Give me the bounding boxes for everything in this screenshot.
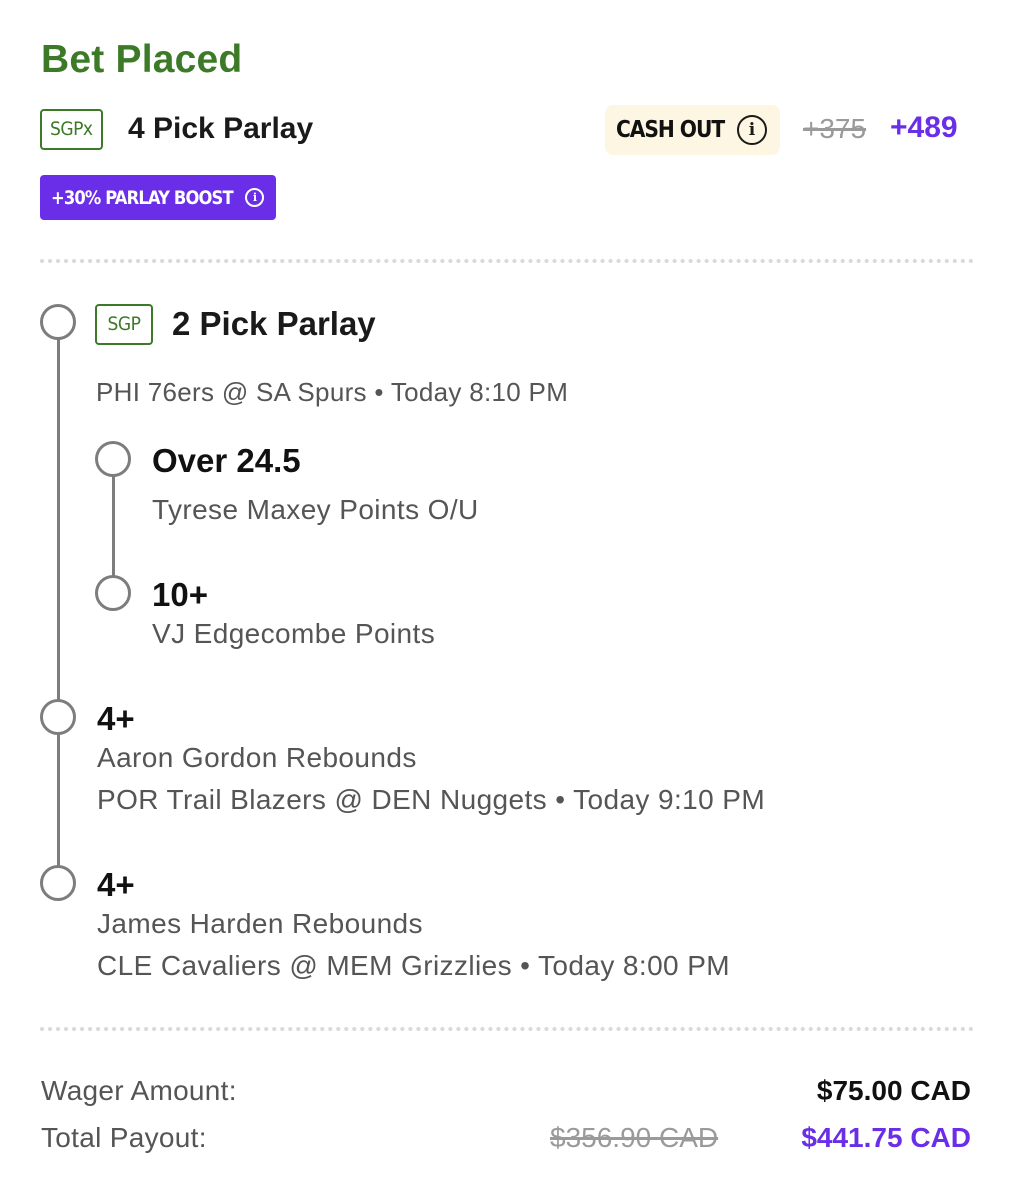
boosted-odds: +489 bbox=[890, 111, 958, 144]
info-icon: i bbox=[245, 188, 264, 207]
sgp-title: 2 Pick Parlay bbox=[172, 305, 376, 342]
timeline-line bbox=[57, 322, 60, 882]
pick-market: VJ Edgecombe Points bbox=[152, 618, 436, 649]
pick-market: Aaron Gordon Rebounds bbox=[97, 742, 417, 773]
pick-selection: Over 24.5 bbox=[152, 442, 301, 479]
parlay-boost-label: +30% PARLAY BOOST bbox=[51, 186, 234, 209]
divider bbox=[40, 1027, 974, 1031]
page-title: Bet Placed bbox=[41, 38, 243, 81]
pick-market: Tyrese Maxey Points O/U bbox=[152, 494, 479, 525]
leg-circle bbox=[40, 865, 76, 901]
parlay-boost-badge[interactable]: +30% PARLAY BOOST i bbox=[40, 175, 276, 220]
pick-selection: 4+ bbox=[97, 866, 135, 903]
pick-circle bbox=[95, 575, 131, 611]
pick-market: James Harden Rebounds bbox=[97, 908, 423, 939]
old-odds: +375 bbox=[803, 113, 867, 144]
leg-circle bbox=[40, 304, 76, 340]
wager-value: $75.00 CAD bbox=[816, 1075, 971, 1106]
payout-boosted: $441.75 CAD bbox=[801, 1122, 971, 1153]
pick-selection: 4+ bbox=[97, 700, 135, 737]
timeline-line bbox=[112, 459, 115, 593]
payout-label: Total Payout: bbox=[41, 1122, 207, 1153]
game-info: POR Trail Blazers @ DEN Nuggets • Today … bbox=[97, 784, 766, 815]
sgp-badge: SGP bbox=[95, 304, 153, 345]
divider bbox=[40, 259, 974, 263]
cash-out-button[interactable]: CASH OUT i bbox=[605, 105, 780, 155]
bet-title: 4 Pick Parlay bbox=[128, 112, 314, 145]
leg-circle bbox=[40, 699, 76, 735]
pick-circle bbox=[95, 441, 131, 477]
game-info: CLE Cavaliers @ MEM Grizzlies • Today 8:… bbox=[97, 950, 731, 981]
info-icon[interactable]: i bbox=[737, 115, 767, 145]
game-info: PHI 76ers @ SA Spurs • Today 8:10 PM bbox=[96, 377, 569, 407]
sgpx-badge: SGPx bbox=[40, 109, 103, 150]
pick-selection: 10+ bbox=[152, 576, 208, 613]
payout-original: $356.90 CAD bbox=[550, 1122, 719, 1153]
wager-label: Wager Amount: bbox=[41, 1075, 237, 1106]
cash-out-label: CASH OUT bbox=[616, 117, 725, 143]
